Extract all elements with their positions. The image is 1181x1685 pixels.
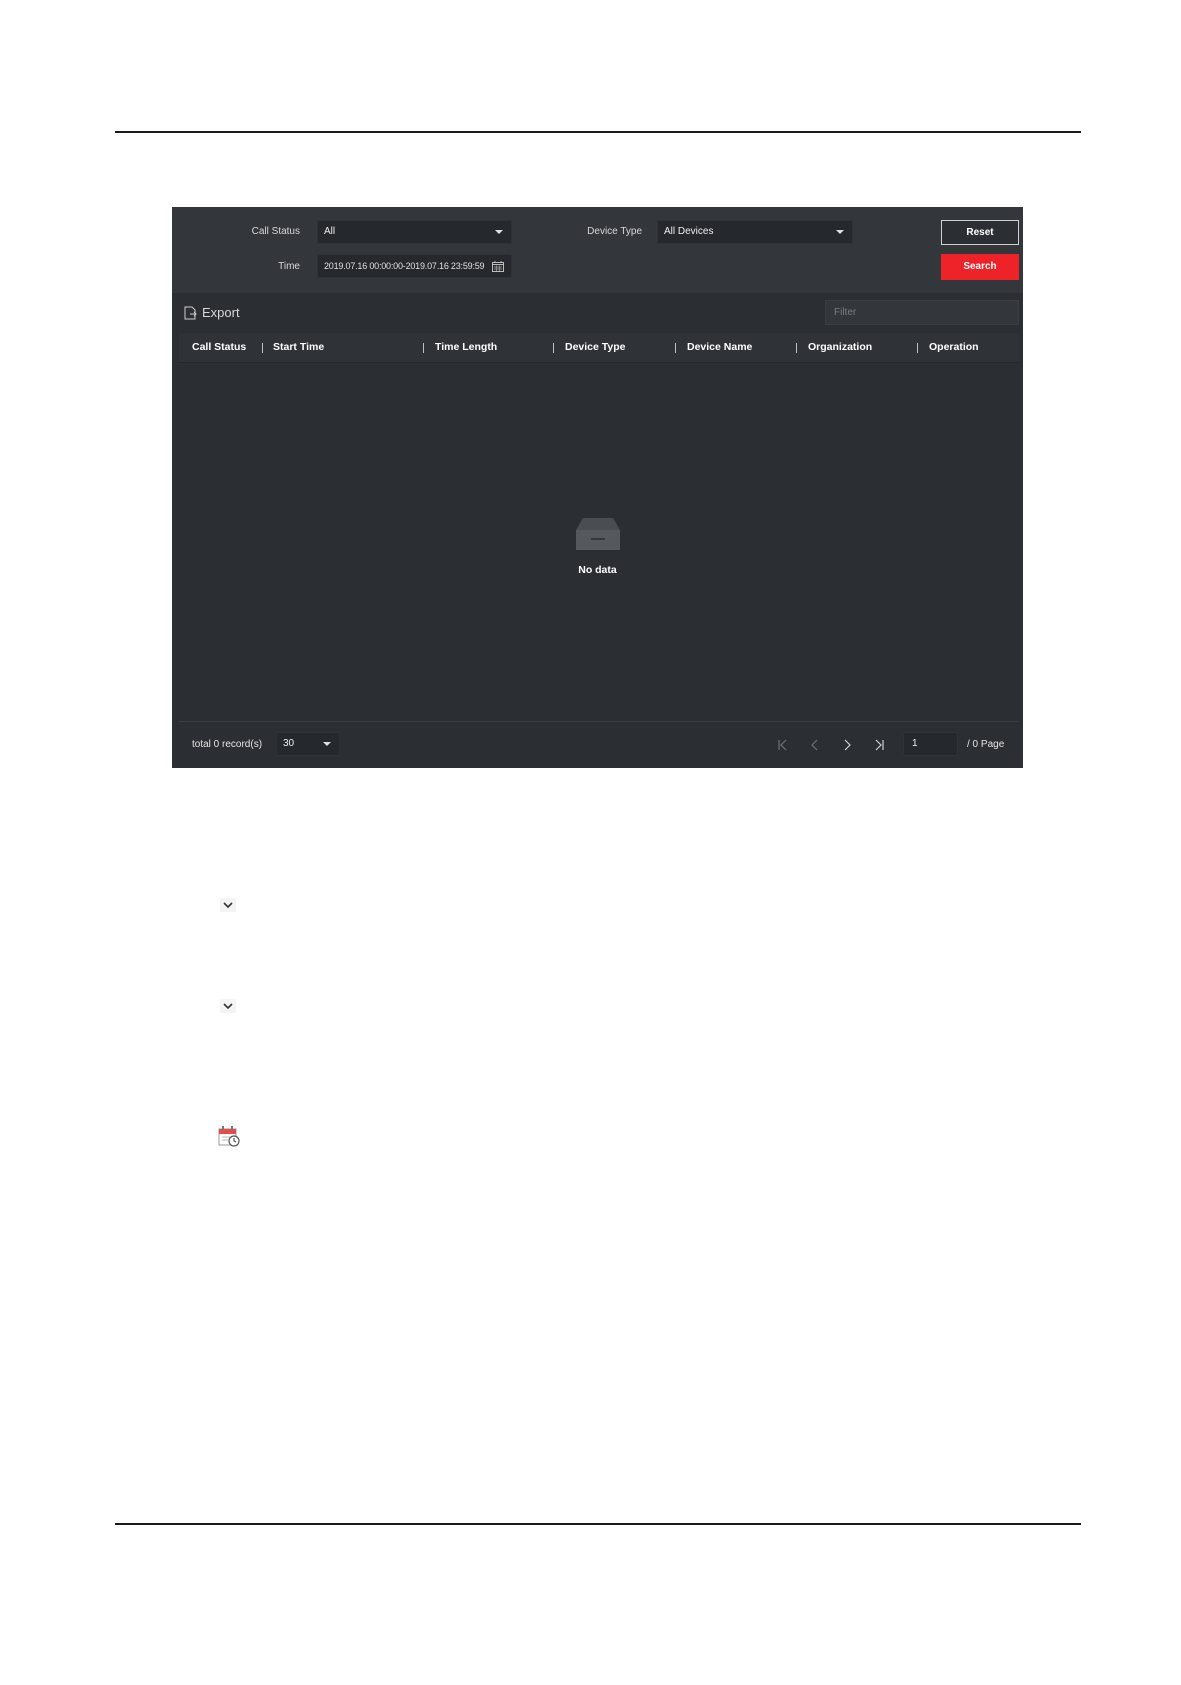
column-device-name[interactable]: Device Name — [687, 333, 752, 362]
empty-state-text: No data — [578, 564, 617, 576]
column-separator — [675, 343, 676, 353]
call-status-label: Call Status — [251, 226, 300, 237]
device-type-value: All Devices — [664, 226, 714, 237]
empty-box-icon — [576, 518, 620, 550]
next-page-icon[interactable] — [841, 739, 853, 751]
last-page-icon[interactable] — [873, 739, 885, 751]
column-separator — [262, 343, 263, 353]
column-separator — [917, 343, 918, 353]
column-start-time[interactable]: Start Time — [273, 333, 324, 362]
filter-input[interactable]: Filter — [825, 300, 1019, 325]
column-operation[interactable]: Operation — [929, 333, 979, 362]
search-toolbar: Call Status All Device Type All Devices … — [172, 207, 1023, 293]
current-page-value: 1 — [912, 738, 918, 749]
filter-placeholder: Filter — [834, 307, 857, 318]
page-size-select[interactable]: 30 — [276, 732, 340, 756]
chevron-down-icon — [836, 230, 844, 234]
chevron-down-icon — [323, 742, 331, 746]
column-device-type[interactable]: Device Type — [565, 333, 626, 362]
reset-button[interactable]: Reset — [941, 220, 1019, 245]
column-time-length[interactable]: Time Length — [435, 333, 497, 362]
chevron-down-icon — [220, 898, 236, 912]
call-status-value: All — [324, 226, 336, 237]
export-label: Export — [202, 305, 240, 320]
footer-divider — [179, 721, 1019, 722]
call-status-select[interactable]: All — [317, 220, 512, 244]
page-size-value: 30 — [283, 738, 295, 749]
column-organization[interactable]: Organization — [808, 333, 872, 362]
call-log-panel: Call Status All Device Type All Devices … — [172, 207, 1023, 768]
footer-rule — [115, 1523, 1081, 1525]
page-number-input[interactable]: 1 — [903, 732, 958, 756]
calendar-icon[interactable] — [492, 261, 504, 272]
search-button[interactable]: Search — [941, 254, 1019, 280]
export-button[interactable]: Export — [184, 305, 240, 320]
header-rule — [115, 131, 1081, 133]
table-header: Call Status Start Time Time Length Devic… — [179, 333, 1019, 363]
column-separator — [796, 343, 797, 353]
prev-page-icon[interactable] — [809, 739, 821, 751]
first-page-icon[interactable] — [777, 739, 789, 751]
time-range-value: 2019.07.16 00:00:00-2019.07.16 23:59:59 — [324, 261, 485, 271]
time-label: Time — [278, 261, 300, 272]
device-type-label: Device Type — [587, 226, 642, 237]
calendar-clock-icon — [218, 1126, 240, 1147]
column-separator — [423, 343, 424, 353]
page-total: / 0 Page — [967, 739, 1005, 750]
chevron-down-icon — [220, 999, 236, 1013]
chevron-down-icon — [495, 230, 503, 234]
column-call-status[interactable]: Call Status — [192, 333, 246, 362]
time-range-field[interactable]: 2019.07.16 00:00:00-2019.07.16 23:59:59 — [317, 254, 512, 278]
column-separator — [553, 343, 554, 353]
device-type-select[interactable]: All Devices — [657, 220, 853, 244]
total-records: total 0 record(s) — [192, 739, 263, 750]
export-icon — [184, 306, 197, 319]
